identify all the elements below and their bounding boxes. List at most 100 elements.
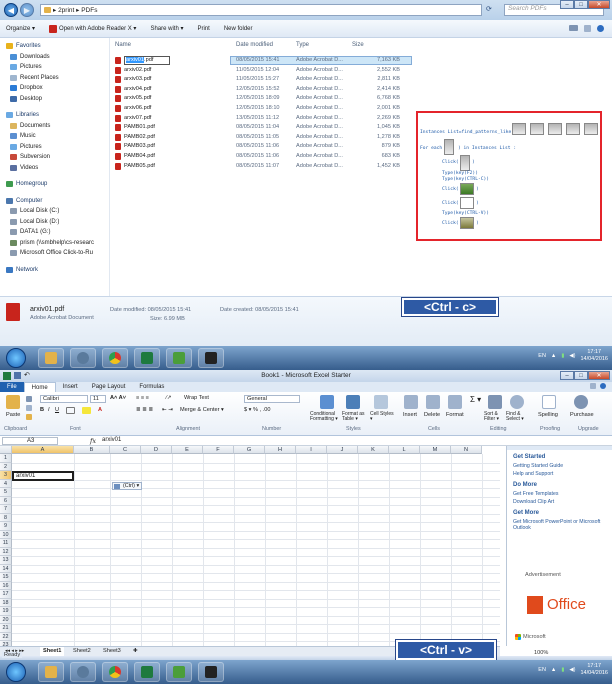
row-header[interactable]: 16 (0, 581, 12, 590)
nav-item[interactable]: Dropbox (0, 83, 109, 94)
row-header[interactable]: 14 (0, 564, 12, 573)
taskbar-app-explorer[interactable] (38, 348, 64, 368)
column-header[interactable]: L (389, 446, 420, 454)
taskbar-app-chrome[interactable] (102, 348, 128, 368)
row-header[interactable]: 5 (0, 488, 12, 497)
zoom-level[interactable]: 100% (534, 650, 548, 656)
insert-cells-icon[interactable] (404, 395, 418, 409)
nav-item[interactable]: Desktop (0, 94, 109, 105)
nav-item[interactable]: Favorites (0, 41, 109, 52)
nav-item[interactable]: Microsoft Office Click-to-Ru (0, 248, 109, 259)
volume-icon[interactable]: ◀) (569, 667, 575, 673)
close-button[interactable]: ✕ (588, 0, 610, 9)
refresh-icon[interactable]: ⟳ (486, 5, 492, 13)
nav-item[interactable]: Downloads (0, 52, 109, 63)
format-cells-icon[interactable] (448, 395, 462, 409)
purchase-button[interactable]: Purchase (570, 412, 594, 418)
tab-formulas[interactable]: Formulas (132, 382, 171, 392)
nav-item[interactable]: Libraries (0, 110, 109, 121)
ribbon-minimize-icon[interactable] (590, 383, 596, 389)
increase-font-icon[interactable]: A˄ A˅ (110, 395, 126, 401)
volume-icon[interactable]: ◀) (569, 353, 575, 359)
sheet-tab-3[interactable]: Sheet3 (100, 647, 124, 656)
nav-item[interactable]: Homegroup (0, 179, 109, 190)
italic-button[interactable]: I (48, 407, 50, 413)
network-tray-icon[interactable]: ▮ (561, 667, 564, 673)
merge-center-button[interactable]: Merge & Center ▾ (180, 407, 224, 413)
column-header[interactable]: M (420, 446, 451, 454)
font-size-box[interactable]: 11 (90, 395, 106, 403)
taskbar-app-project[interactable] (166, 662, 192, 682)
excel-maximize-button[interactable]: □ (574, 371, 588, 380)
row-header[interactable]: 20 (0, 615, 12, 624)
format-painter-icon[interactable] (26, 414, 32, 420)
language-indicator[interactable]: EN (538, 353, 546, 359)
row-header[interactable]: 17 (0, 590, 12, 599)
paste-button[interactable]: Paste (6, 412, 20, 418)
cell-styles-button[interactable]: Cell Styles ▾ (370, 412, 394, 422)
tray-arrow-icon[interactable]: ▲ (551, 353, 556, 359)
delete-cells-icon[interactable] (426, 395, 440, 409)
sort-filter-button[interactable]: Sort & Filter ▾ (484, 412, 506, 422)
sort-filter-icon[interactable] (488, 395, 502, 409)
tab-file[interactable]: File (0, 382, 24, 392)
language-indicator[interactable]: EN (538, 667, 546, 673)
spelling-button[interactable]: Spelling (538, 412, 558, 418)
row-header[interactable]: 12 (0, 547, 12, 556)
formula-input[interactable]: arxiv01 (102, 437, 121, 443)
share-with-button[interactable]: Share with ▾ (150, 25, 183, 32)
excel-close-button[interactable]: ✕ (588, 371, 610, 380)
select-all-corner[interactable] (0, 446, 12, 454)
cell-styles-icon[interactable] (374, 395, 388, 409)
nav-item[interactable]: DATA1 (G:) (0, 227, 109, 238)
link-powerpoint-outlook[interactable]: Get Microsoft PowerPoint or Microsoft Ou… (513, 519, 612, 531)
network-tray-icon[interactable]: ▮ (561, 353, 564, 359)
back-button[interactable]: ◀ (4, 3, 18, 17)
font-name-box[interactable]: Calibri (40, 395, 88, 403)
column-header[interactable]: K (358, 446, 389, 454)
link-help-support[interactable]: Help and Support (513, 471, 553, 477)
new-sheet-icon[interactable]: ✚ (130, 647, 141, 656)
row-header[interactable]: 18 (0, 598, 12, 607)
insert-cells-button[interactable]: Insert (403, 412, 417, 418)
autosum-icon[interactable]: Σ ▾ (470, 395, 481, 404)
forward-button[interactable]: ▶ (20, 3, 34, 17)
align-top-icon[interactable]: ≡ ≡ ≡ (136, 395, 149, 401)
column-header[interactable]: A (12, 446, 74, 454)
file-row[interactable]: PAMB03.pdf 08/05/2015 11:06 Adobe Acrobat … (112, 142, 412, 151)
row-header[interactable]: 11 (0, 539, 12, 548)
column-header[interactable]: B (74, 446, 110, 454)
nav-item[interactable]: Local Disk (D:) (0, 217, 109, 228)
column-header[interactable]: F (203, 446, 234, 454)
address-bar[interactable]: ▸ 2print ▸ PDFs (40, 4, 482, 16)
paste-icon[interactable] (6, 395, 20, 409)
taskbar-app-excel[interactable] (134, 348, 160, 368)
underline-button[interactable]: U (55, 407, 59, 413)
file-row[interactable]: arxiv07.pdf 13/05/2015 11:12 Adobe Acrobat… (112, 114, 412, 123)
file-row[interactable]: arxiv03.pdf 11/05/2015 15:27 Adobe Acrobat… (112, 75, 412, 84)
align-left-icon[interactable]: ≣ ≣ ≣ (136, 407, 153, 413)
find-select-button[interactable]: Find & Select ▾ (506, 412, 530, 422)
column-header[interactable]: G (234, 446, 265, 454)
delete-cells-button[interactable]: Delete (424, 412, 440, 418)
taskbar-app-terminal[interactable] (198, 348, 224, 368)
start-button[interactable] (6, 348, 26, 368)
row-header[interactable]: 13 (0, 556, 12, 565)
row-header[interactable]: 22 (0, 632, 12, 641)
link-free-templates[interactable]: Get Free Templates (513, 491, 558, 497)
fill-color-icon[interactable] (82, 407, 91, 414)
quick-access-save-icon[interactable] (14, 372, 21, 379)
format-table-icon[interactable] (346, 395, 360, 409)
nav-item[interactable]: Network (0, 265, 109, 276)
row-header[interactable]: 3 (0, 471, 12, 480)
taskbar-app-project[interactable] (166, 348, 192, 368)
column-name[interactable]: Name (115, 42, 131, 48)
format-as-table-button[interactable]: Format as Table ▾ (342, 412, 370, 422)
taskbar-app-excel[interactable] (134, 662, 160, 682)
file-row[interactable]: PAMB04.pdf 08/05/2015 11:06 Adobe Acrobat … (112, 152, 412, 161)
nav-item[interactable]: Videos (0, 163, 109, 174)
clock[interactable]: 17:17 14/04/2016 (580, 349, 608, 363)
excel-minimize-button[interactable]: – (560, 371, 574, 380)
nav-item[interactable]: Recent Places (0, 73, 109, 84)
row-header[interactable]: 2 (0, 462, 12, 471)
